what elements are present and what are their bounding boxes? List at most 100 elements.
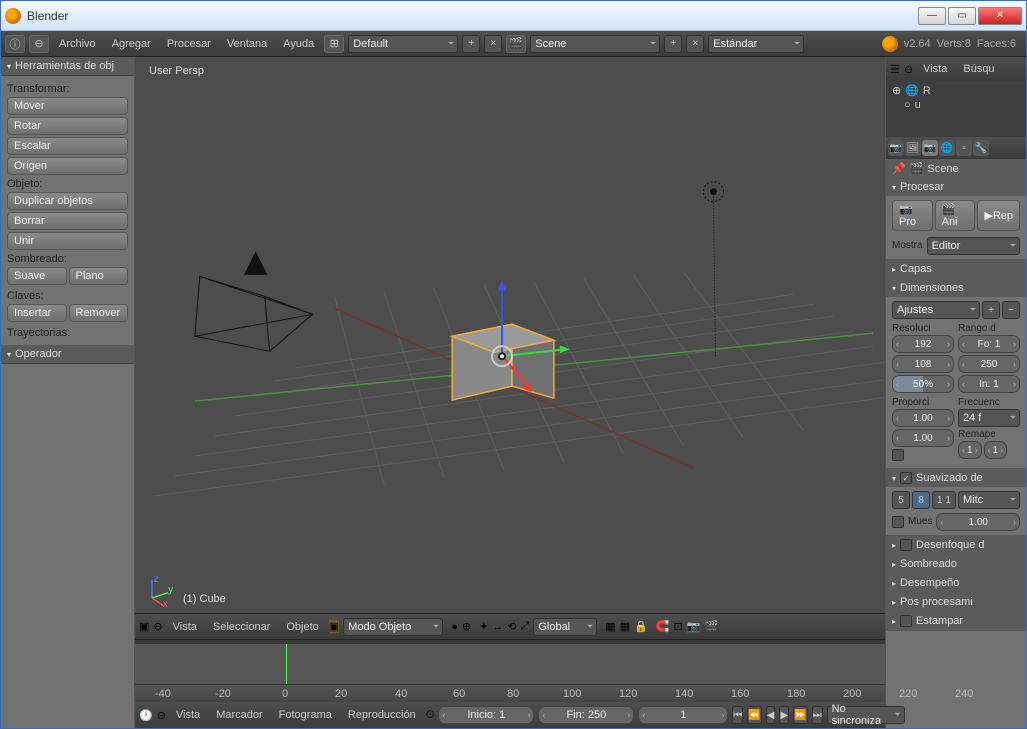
translate-manip-icon[interactable]: ↔: [492, 621, 503, 633]
del-preset-button[interactable]: −: [1002, 301, 1020, 319]
outliner-editor-icon[interactable]: ☰: [890, 63, 900, 76]
pin-icon[interactable]: 📌: [892, 162, 906, 175]
blur-checkbox[interactable]: [900, 539, 912, 551]
timeline-canvas[interactable]: [135, 644, 885, 684]
delete-button[interactable]: Borrar: [7, 212, 128, 230]
menu-file[interactable]: Archivo: [53, 36, 102, 52]
sync-dropdown[interactable]: No sincroniza: [827, 706, 905, 724]
rotate-button[interactable]: Rotar: [7, 117, 128, 135]
timeline-editor-icon[interactable]: 🕐: [139, 709, 153, 722]
join-button[interactable]: Unir: [7, 232, 128, 250]
maximize-button[interactable]: ▭: [948, 7, 976, 25]
display-mode-dropdown[interactable]: Editor: [927, 237, 1020, 255]
add-scene-button[interactable]: +: [664, 35, 682, 53]
screen-layout-icon[interactable]: ⊞: [324, 35, 344, 53]
timeline-ruler[interactable]: -40 -20 0 20 40 60 80 100 120 140 160 18…: [135, 684, 885, 702]
tl-view-menu[interactable]: Vista: [170, 707, 206, 723]
engine-dropdown[interactable]: Estándar: [708, 35, 804, 53]
aa-enable-checkbox[interactable]: [900, 472, 912, 484]
view3d-editor-icon[interactable]: ▣: [139, 620, 149, 633]
del-layout-button[interactable]: ×: [484, 35, 502, 53]
play-icon[interactable]: ▶: [779, 706, 789, 724]
object-tools-header[interactable]: Herramientas de obj: [1, 57, 134, 76]
res-y-field[interactable]: 108: [892, 355, 954, 373]
dimensions-panel-header[interactable]: Dimensiones: [886, 279, 1026, 297]
menu-render[interactable]: Procesar: [161, 36, 217, 52]
layers-panel-header[interactable]: Capas: [886, 260, 1026, 278]
remap-old-field[interactable]: 1: [958, 441, 982, 459]
layers-grid-icon[interactable]: ▦: [605, 620, 615, 633]
snap-element-icon[interactable]: ⊡: [674, 620, 683, 633]
jump-start-icon[interactable]: ⏮: [732, 706, 743, 724]
close-button[interactable]: ✕: [978, 7, 1022, 25]
use-range-icon[interactable]: ⏱: [426, 709, 435, 722]
menu-help[interactable]: Ayuda: [277, 36, 320, 52]
presets-dropdown[interactable]: Ajustes: [892, 301, 980, 319]
fps-dropdown[interactable]: 24 f: [958, 409, 1020, 427]
duplicate-button[interactable]: Duplicar objetos: [7, 192, 128, 210]
playhead-icon[interactable]: [286, 644, 287, 684]
aa-8-button[interactable]: 8: [912, 491, 930, 509]
play-reverse-icon[interactable]: ◀: [766, 706, 776, 724]
frame-start-field[interactable]: Fo: 1: [958, 335, 1020, 353]
keyframe-next-icon[interactable]: ⏩: [793, 706, 807, 724]
manipulator-toggle-icon[interactable]: ✦: [479, 620, 488, 633]
del-scene-button[interactable]: ×: [686, 35, 704, 53]
menu-add[interactable]: Agregar: [106, 36, 157, 52]
origin-button[interactable]: Origen: [7, 157, 128, 175]
frame-step-field[interactable]: In: 1: [958, 375, 1020, 393]
scene-icon[interactable]: 🎬: [506, 35, 526, 53]
frame-end-field[interactable]: 250: [958, 355, 1020, 373]
tl-playback-menu[interactable]: Reproducción: [342, 707, 422, 723]
collapse-menus-icon[interactable]: ⊖: [29, 35, 49, 53]
tab-layers-icon[interactable]: 🖼: [905, 140, 921, 156]
tab-scene-icon[interactable]: 📷: [922, 140, 938, 156]
insert-keyframe-button[interactable]: Insertar: [7, 304, 67, 322]
collapse-menus-icon[interactable]: ⊖: [153, 620, 162, 633]
aspect-x-field[interactable]: 1.00: [892, 409, 954, 427]
stamp-panel-header[interactable]: Estampar: [886, 612, 1026, 630]
object-menu[interactable]: Objeto: [280, 619, 324, 635]
tab-object-icon[interactable]: ▫: [956, 140, 972, 156]
opengl-render-icon[interactable]: 📷: [687, 620, 701, 633]
shading-panel-header[interactable]: Sombreado: [886, 555, 1026, 573]
keyframe-prev-icon[interactable]: ⏪: [747, 706, 761, 724]
shading-solid-icon[interactable]: ●: [451, 621, 458, 633]
select-menu[interactable]: Seleccionar: [207, 619, 276, 635]
antialias-panel-header[interactable]: Suavizado de: [886, 469, 1026, 487]
aa-filter-dropdown[interactable]: Mitc: [958, 491, 1020, 509]
collapse-menus-icon[interactable]: ⊖: [904, 63, 913, 76]
remap-new-field[interactable]: 1: [984, 441, 1008, 459]
res-x-field[interactable]: 192: [892, 335, 954, 353]
collapse-menus-icon[interactable]: ⊖: [157, 709, 166, 722]
tl-frame-menu[interactable]: Fotograma: [273, 707, 338, 723]
render-panel-header[interactable]: Procesar: [886, 178, 1026, 196]
orientation-dropdown[interactable]: Global: [533, 618, 597, 636]
snap-icon[interactable]: 🧲: [656, 620, 670, 633]
tab-world-icon[interactable]: 🌐: [939, 140, 955, 156]
outliner-search-menu[interactable]: Búsqu: [957, 61, 1000, 77]
mode-dropdown[interactable]: Modo Objeto: [343, 618, 443, 636]
tab-render-icon[interactable]: 📷: [888, 140, 904, 156]
current-frame-field[interactable]: 1: [638, 706, 728, 724]
pivot-icon[interactable]: ⊕: [462, 620, 471, 633]
scale-button[interactable]: Escalar: [7, 137, 128, 155]
smooth-button[interactable]: Suave: [7, 267, 67, 285]
remove-keyframe-button[interactable]: Remover: [69, 304, 129, 322]
opengl-anim-icon[interactable]: 🎬: [704, 620, 718, 633]
minimize-button[interactable]: —: [918, 7, 946, 25]
rotate-manip-icon[interactable]: ⟲: [507, 620, 516, 633]
jump-end-icon[interactable]: ⏭: [812, 706, 823, 724]
tab-modifier-icon[interactable]: 🔧: [973, 140, 989, 156]
border-checkbox[interactable]: [892, 449, 904, 461]
aspect-y-field[interactable]: 1.00: [892, 429, 954, 447]
render-image-button[interactable]: 📷Pro: [892, 200, 933, 231]
flat-button[interactable]: Plano: [69, 267, 129, 285]
outliner-view-menu[interactable]: Vista: [917, 61, 953, 77]
scale-manip-icon[interactable]: ⤢: [521, 620, 530, 633]
render-anim-button[interactable]: 🎬Ani: [935, 200, 976, 231]
translate-button[interactable]: Mover: [7, 97, 128, 115]
add-layout-button[interactable]: +: [462, 35, 480, 53]
editor-type-icon[interactable]: ⓘ: [5, 35, 25, 53]
play-anim-button[interactable]: ▶Rep: [977, 200, 1020, 231]
